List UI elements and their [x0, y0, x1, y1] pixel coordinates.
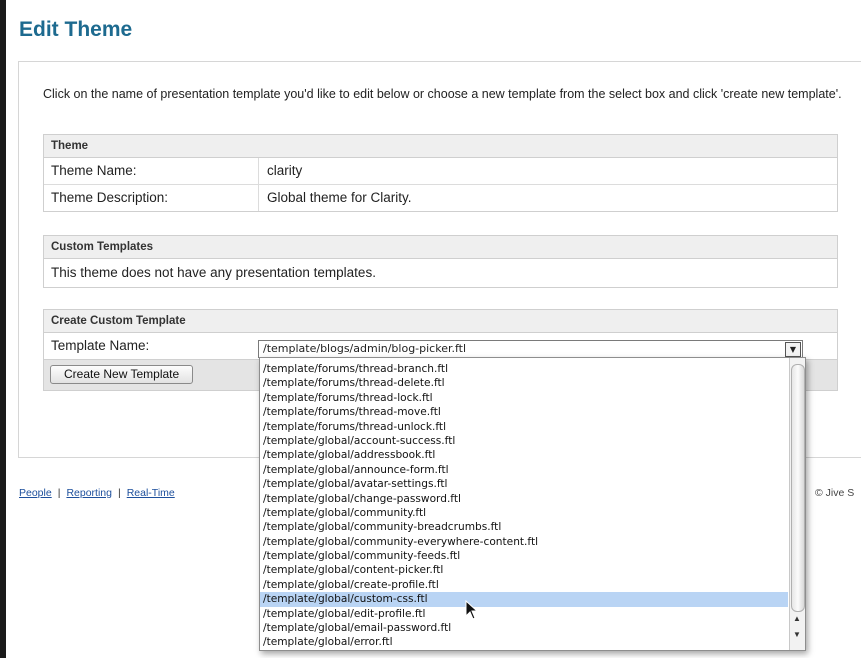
- copyright-text: © Jive S: [815, 487, 855, 499]
- dropdown-option[interactable]: /template/global/announce-form.ftl: [260, 463, 788, 477]
- dropdown-option[interactable]: /template/forums/thread-lock.ftl: [260, 391, 788, 405]
- dropdown-option[interactable]: /template/global/community-everywhere-co…: [260, 535, 788, 549]
- scroll-down-icon[interactable]: ▼: [793, 630, 801, 639]
- dropdown-option[interactable]: /template/global/edit-profile.ftl: [260, 607, 788, 621]
- footer-link-people[interactable]: People: [19, 487, 52, 499]
- dropdown-option[interactable]: /template/forums/thread-move.ftl: [260, 405, 788, 419]
- theme-panel-header: Theme: [44, 135, 837, 158]
- dropdown-option[interactable]: /template/global/account-success.ftl: [260, 434, 788, 448]
- template-name-select[interactable]: /template/blogs/admin/blog-picker.ftl ▼: [258, 340, 803, 358]
- theme-panel: Theme Theme Name: clarity Theme Descript…: [43, 134, 838, 212]
- theme-description-value: Global theme for Clarity.: [267, 190, 412, 205]
- footer-nav: People | Reporting | Real-Time: [19, 487, 175, 499]
- custom-templates-header: Custom Templates: [44, 236, 837, 259]
- footer-link-real-time[interactable]: Real-Time: [127, 487, 175, 499]
- dropdown-option[interactable]: /template/forums/thread-branch.ftl: [260, 362, 788, 376]
- dropdown-option[interactable]: /template/global/avatar-settings.ftl: [260, 477, 788, 491]
- create-template-header: Create Custom Template: [44, 310, 837, 333]
- intro-text: Click on the name of presentation templa…: [43, 87, 842, 101]
- scroll-up-icon[interactable]: ▲: [793, 614, 801, 623]
- no-templates-message: This theme does not have any presentatio…: [51, 265, 376, 280]
- dropdown-option[interactable]: /template/global/custom-css.ftl: [260, 592, 788, 607]
- template-dropdown-list[interactable]: /template/forums/thread-branch.ftl/templ…: [259, 357, 806, 651]
- dropdown-option[interactable]: /template/global/community-breadcrumbs.f…: [260, 520, 788, 534]
- theme-description-label: Theme Description:: [44, 185, 259, 211]
- theme-name-value: clarity: [267, 163, 303, 178]
- theme-name-label: Theme Name:: [44, 158, 259, 184]
- dropdown-option[interactable]: /template/forums/thread-delete.ftl: [260, 376, 788, 390]
- dropdown-options: /template/forums/thread-branch.ftl/templ…: [260, 362, 788, 650]
- separator: |: [57, 487, 61, 499]
- page-title: Edit Theme: [19, 18, 133, 41]
- dropdown-scroll-thumb[interactable]: [791, 364, 805, 612]
- dropdown-option[interactable]: /template/global/community.ftl: [260, 506, 788, 520]
- theme-name-row: Theme Name: clarity: [44, 158, 837, 185]
- theme-description-row: Theme Description: Global theme for Clar…: [44, 185, 837, 211]
- dropdown-option[interactable]: /template/global/email-password.ftl: [260, 621, 788, 635]
- dropdown-option[interactable]: /template/forums/thread-unlock.ftl: [260, 420, 788, 434]
- dropdown-option[interactable]: /template/global/error.ftl: [260, 635, 788, 649]
- dropdown-option[interactable]: /template/global/content-picker.ftl: [260, 563, 788, 577]
- custom-templates-panel: Custom Templates This theme does not hav…: [43, 235, 838, 288]
- dropdown-option[interactable]: /template/global/create-profile.ftl: [260, 578, 788, 592]
- mouse-cursor-icon: [465, 600, 479, 620]
- template-name-label: Template Name:: [51, 338, 150, 353]
- dropdown-option[interactable]: /template/global/community-feeds.ftl: [260, 549, 788, 563]
- dropdown-option[interactable]: /template/global/addressbook.ftl: [260, 448, 788, 462]
- chevron-down-icon[interactable]: ▼: [785, 342, 801, 357]
- select-current-value: /template/blogs/admin/blog-picker.ftl: [263, 342, 467, 355]
- dropdown-option[interactable]: /template/global/change-password.ftl: [260, 492, 788, 506]
- create-new-template-button[interactable]: Create New Template: [50, 365, 194, 384]
- dropdown-scrollbar[interactable]: ▲ ▼: [789, 358, 805, 650]
- separator: |: [117, 487, 121, 499]
- window-left-edge: [0, 0, 6, 658]
- footer-link-reporting[interactable]: Reporting: [66, 487, 112, 499]
